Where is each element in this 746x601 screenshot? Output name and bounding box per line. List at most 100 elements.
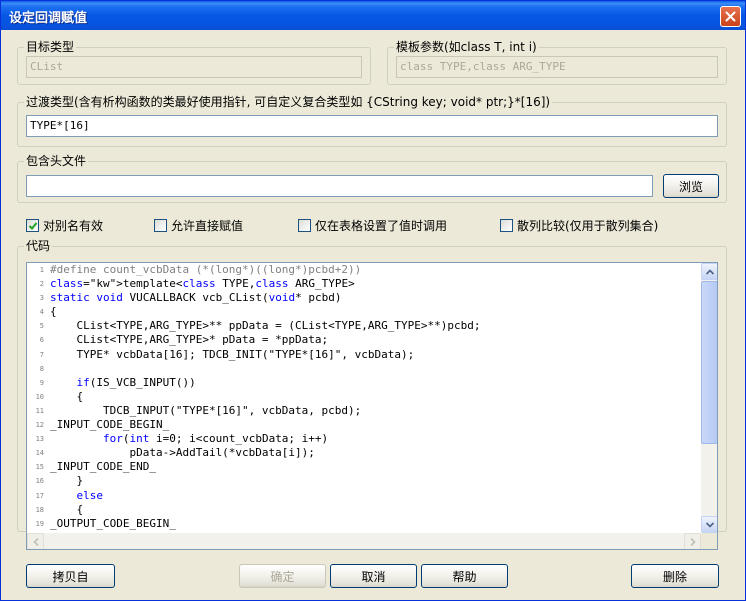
code-text: _OUTPUT_CODE_BEGIN_ (50, 516, 176, 530)
template-params-label: 模板参数(如class T, int i) (394, 40, 539, 54)
line-number: 14 (35, 449, 44, 458)
transition-type-input[interactable]: TYPE*[16] (26, 115, 718, 137)
option-only-when-set[interactable]: 仅在表格设置了值时调用 (298, 217, 447, 233)
code-line[interactable]: 17 else (27, 489, 701, 503)
line-number: 16 (35, 477, 44, 486)
option-allow-direct-assign[interactable]: 允许直接赋值 (154, 217, 243, 233)
title-bar[interactable]: 设定回调赋值 (1, 1, 745, 30)
line-number: 19 (35, 519, 44, 528)
line-number: 18 (35, 505, 44, 514)
code-text: if(IS_VCB_INPUT()) (76, 375, 196, 389)
code-line[interactable]: 9 if(IS_VCB_INPUT()) (27, 376, 701, 390)
code-line[interactable]: 10 { (27, 390, 701, 404)
code-text: CList<TYPE,ARG_TYPE>* pData = *ppData; (50, 333, 329, 347)
line-number: 12 (35, 421, 44, 430)
code-line[interactable]: 4{ (27, 305, 701, 319)
code-text: _INPUT_CODE_BEGIN_ (50, 418, 170, 432)
include-files-input[interactable] (26, 175, 653, 197)
dialog-window: 设定回调赋值 目标类型 CList 模板参数(如class T, int i) … (0, 0, 746, 601)
line-number: 6 (39, 336, 44, 345)
target-type-field: CList (26, 56, 362, 78)
checkmark-icon (28, 221, 38, 230)
code-text: class="kw">template<class TYPE,class ARG… (50, 277, 355, 291)
checkbox[interactable] (154, 218, 167, 232)
code-editor[interactable]: 1 #define count_vcbData (*(long*)((long*)… (26, 262, 718, 550)
code-line[interactable]: 13 for(int i=0; i<count_vcbData; i++) (27, 432, 701, 446)
template-params-field: class TYPE,class ARG_TYPE (396, 56, 718, 78)
option-label: 对别名有效 (43, 218, 104, 233)
line-number: 9 (39, 378, 44, 387)
line-number: 2 (39, 280, 44, 289)
code-line[interactable]: 19 _OUTPUT_CODE_BEGIN_ (27, 517, 701, 531)
option-label: 仅在表格设置了值时调用 (315, 218, 448, 233)
checkbox[interactable] (298, 218, 311, 232)
target-type-label: 目标类型 (24, 40, 77, 54)
line-number: 1 (39, 266, 44, 274)
code-line[interactable]: 3 static void VUCALLBACK vcb_CList(void* … (27, 291, 701, 305)
code-text: else (76, 488, 104, 502)
browse-button[interactable]: 浏览 (663, 174, 719, 198)
line-number: 17 (35, 491, 44, 500)
arrow-down-icon (705, 521, 714, 528)
code-line[interactable]: 1 #define count_vcbData (*(long*)((long*)… (27, 263, 701, 277)
code-line[interactable]: 18 { (27, 503, 701, 517)
code-text: TYPE* vcbData[16]; TDCB_INIT("TYPE*[16]"… (50, 347, 415, 361)
code-text: { (50, 502, 84, 516)
code-text: for(int i=0; i<count_vcbData; i++) (102, 432, 329, 446)
line-number: 5 (39, 322, 44, 331)
cancel-button[interactable]: 取消 (330, 564, 417, 588)
code-line[interactable]: 14 pData->AddTail(*vcbData[i]); (27, 446, 701, 460)
transition-type-label: 过渡类型(含有析构函数的类最好使用指针, 可自定义复合类型如 {CString … (24, 95, 553, 109)
code-line[interactable]: 16 } (27, 474, 701, 488)
line-number: 10 (35, 392, 44, 401)
arrow-left-icon (32, 537, 39, 546)
window-title: 设定回调赋值 (9, 11, 88, 26)
line-number: 15 (35, 463, 44, 472)
line-number: 13 (35, 435, 44, 444)
code-line[interactable]: 11 TDCB_INPUT("TYPE*[16]", vcbData, pcbd… (27, 404, 701, 418)
line-number: 7 (39, 350, 44, 359)
include-files-label: 包含头文件 (24, 154, 89, 168)
scroll-right-button[interactable] (684, 533, 701, 549)
code-text: pData->AddTail(*vcbData[i]); (50, 446, 315, 460)
code-text: { (50, 389, 84, 403)
line-number: 3 (39, 294, 44, 303)
option-alias-valid[interactable]: 对别名有效 (26, 217, 103, 233)
scroll-left-button[interactable] (27, 533, 44, 549)
code-text: } (50, 474, 84, 488)
checkbox[interactable] (500, 218, 513, 232)
line-number: 8 (39, 364, 44, 373)
delete-button[interactable]: 删除 (631, 564, 719, 588)
code-label: 代码 (24, 239, 53, 253)
line-number: 11 (35, 406, 44, 415)
code-text: { (50, 305, 57, 319)
arrow-up-icon (705, 268, 714, 275)
code-text: static void VUCALLBACK vcb_CList(void* p… (50, 291, 342, 305)
code-line[interactable]: 15 _INPUT_CODE_END_ (27, 460, 701, 474)
line-number: 4 (39, 308, 44, 317)
code-line[interactable]: 12 _INPUT_CODE_BEGIN_ (27, 418, 701, 432)
option-label: 散列比较(仅用于散列集合) (517, 218, 659, 233)
help-button[interactable]: 帮助 (421, 564, 508, 588)
close-icon (725, 11, 736, 22)
code-text: TDCB_INPUT("TYPE*[16]", vcbData, pcbd); (50, 403, 362, 417)
horizontal-scrollbar[interactable] (27, 533, 701, 549)
code-line[interactable]: 8 (27, 362, 701, 376)
code-line[interactable]: 5 CList<TYPE,ARG_TYPE>** ppData = (CList… (27, 319, 701, 333)
checkbox[interactable] (26, 218, 39, 232)
option-label: 允许直接赋值 (171, 218, 244, 233)
code-line[interactable]: 2 class="kw">template<class TYPE,class AR… (27, 277, 701, 291)
close-button[interactable] (720, 6, 741, 27)
code-line[interactable]: 6 CList<TYPE,ARG_TYPE>* pData = *ppData; (27, 333, 701, 347)
scroll-up-button[interactable] (701, 263, 717, 280)
copy-from-button[interactable]: 拷贝自 (26, 564, 115, 588)
code-area[interactable]: 1 #define count_vcbData (*(long*)((long*)… (27, 263, 701, 533)
scrollbar-corner (701, 533, 717, 549)
vertical-scrollbar[interactable] (701, 263, 717, 533)
scroll-thumb[interactable] (701, 281, 717, 444)
code-line[interactable]: 7 TYPE* vcbData[16]; TDCB_INIT("TYPE*[16… (27, 348, 701, 362)
scroll-down-button[interactable] (701, 516, 717, 533)
ok-button[interactable]: 确定 (239, 564, 326, 588)
option-hash-compare[interactable]: 散列比较(仅用于散列集合) (500, 217, 658, 233)
code-text: CList<TYPE,ARG_TYPE>** ppData = (CList<T… (50, 319, 481, 333)
